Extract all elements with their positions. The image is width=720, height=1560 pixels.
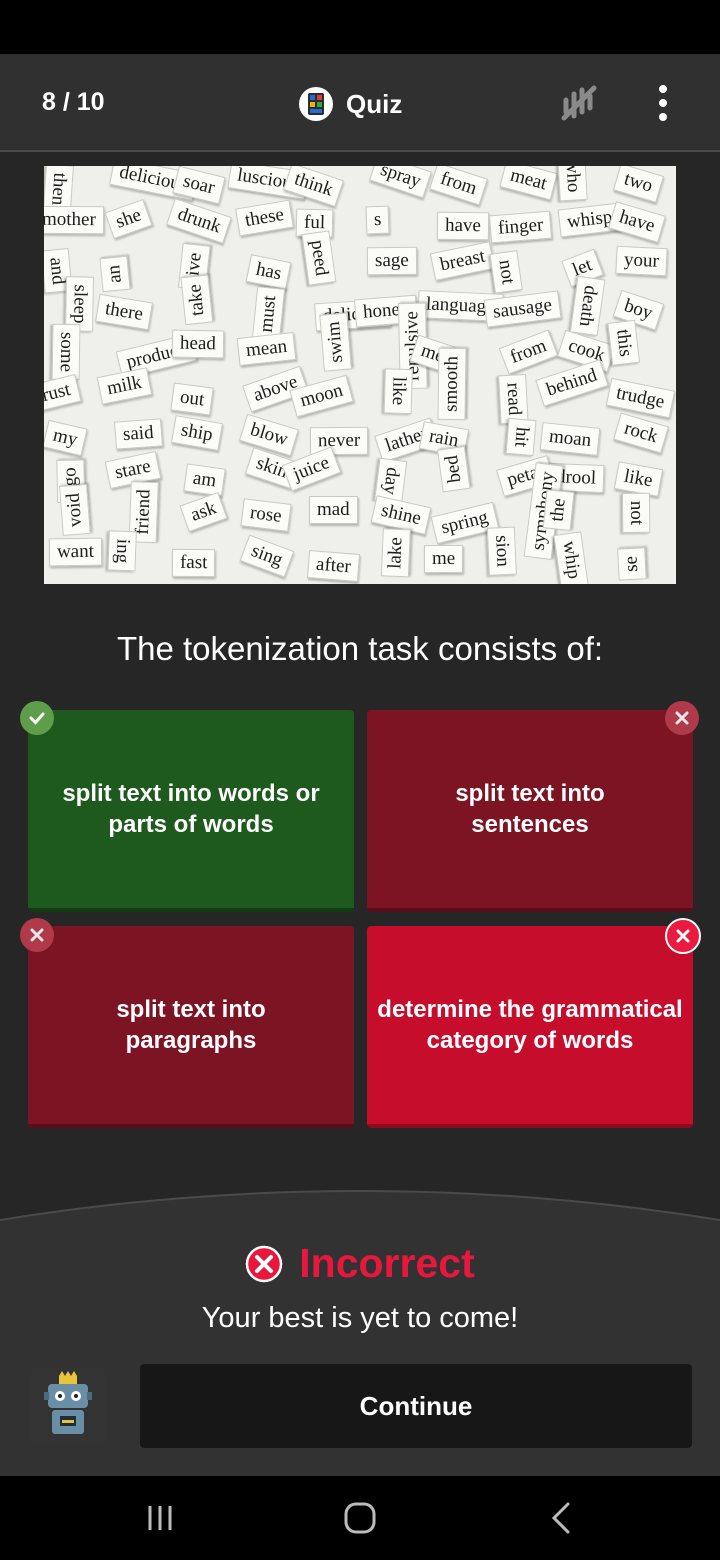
word-tile: there — [94, 293, 153, 330]
word-tile: smooth — [437, 348, 467, 421]
word-tile: your — [615, 245, 668, 276]
word-tile: milk — [96, 367, 153, 405]
word-tile: head — [171, 329, 224, 359]
word-tile: sage — [366, 247, 417, 276]
sound-off-icon[interactable] — [558, 82, 600, 124]
answer-option-3[interactable]: split text into paragraphs — [28, 926, 354, 1128]
word-tile: drunk — [166, 198, 233, 245]
close-icon — [665, 918, 701, 954]
word-tile: like — [613, 461, 663, 497]
word-tile: s — [365, 205, 391, 234]
word-tile: rock — [613, 412, 669, 454]
word-tile: read — [497, 373, 529, 424]
robot-mascot-icon — [30, 1368, 106, 1444]
word-tile: said — [114, 418, 163, 450]
word-tile: from — [428, 166, 488, 206]
word-tile: sing — [239, 534, 294, 578]
quiz-header: 8 / 10 Quiz — [0, 54, 720, 152]
word-tile: my — [44, 420, 89, 457]
word-tile: ship — [171, 414, 224, 451]
home-icon[interactable] — [338, 1496, 382, 1540]
word-tile: have — [607, 201, 666, 243]
check-icon — [20, 701, 54, 735]
continue-button[interactable]: Continue — [140, 1364, 692, 1448]
result-row: Incorrect — [0, 1240, 720, 1287]
word-tile: moan — [539, 422, 601, 457]
word-tile: blow — [238, 413, 299, 457]
word-tile: swim — [319, 311, 353, 372]
word-tile: this — [607, 320, 641, 367]
more-vertical-icon[interactable] — [648, 82, 678, 124]
word-tile: not — [489, 250, 523, 294]
status-bar — [0, 0, 720, 54]
recent-apps-icon[interactable] — [138, 1496, 182, 1540]
word-tile: trudge — [605, 377, 675, 418]
word-tile: ing — [107, 530, 137, 572]
word-tile: has — [245, 253, 293, 290]
word-tile: whip — [552, 531, 589, 584]
word-tile: behind — [535, 359, 609, 407]
word-tile: want — [48, 538, 102, 567]
word-tile: death — [570, 275, 606, 337]
word-tile: like — [383, 368, 413, 414]
word-tile: have — [436, 211, 490, 241]
word-tile: the — [542, 488, 575, 531]
word-tile: sion — [486, 526, 517, 576]
word-tile: after — [306, 549, 360, 582]
word-tile: ask — [179, 492, 228, 533]
word-tile: out — [170, 382, 215, 416]
word-tile: mother — [44, 205, 104, 235]
word-tile: from — [498, 329, 558, 375]
answer-option-3-label: split text into paragraphs — [116, 996, 266, 1054]
word-tile: se — [617, 547, 647, 581]
word-tile: me — [424, 544, 464, 573]
answer-option-1-label: split text into words or parts of words — [62, 780, 320, 838]
word-tile: two — [612, 166, 664, 203]
word-tile: rose — [240, 498, 292, 532]
word-tile: breast — [429, 241, 496, 282]
answer-option-4-label: determine the grammatical category of wo… — [377, 996, 683, 1054]
word-tile: mean — [237, 332, 297, 367]
close-icon — [665, 701, 699, 735]
word-tile: these — [235, 200, 295, 237]
system-nav-bar — [0, 1476, 720, 1560]
word-tile: she — [104, 198, 153, 239]
word-tile: not — [621, 492, 651, 534]
word-tile: spray — [369, 166, 433, 199]
word-tile: an — [98, 255, 131, 292]
quiz-title: Quiz — [298, 84, 402, 124]
word-tile: mad — [308, 496, 358, 525]
answer-option-2[interactable]: split text into sentences — [367, 710, 693, 912]
word-tile: rust — [44, 373, 82, 412]
word-tile: take — [180, 274, 214, 326]
word-tile: bed — [437, 445, 471, 493]
answer-option-2-label: split text into sentences — [455, 780, 605, 838]
result-text: Incorrect — [299, 1240, 475, 1286]
word-tile: meat — [498, 166, 558, 201]
quiz-title-text: Quiz — [346, 88, 403, 119]
back-icon[interactable] — [540, 1496, 584, 1540]
word-tile: some — [51, 323, 81, 380]
word-tile: who — [556, 166, 588, 202]
word-tile: finger — [488, 210, 552, 244]
encouragement-text: Your best is yet to come! — [201, 1302, 519, 1334]
incorrect-icon — [246, 1245, 283, 1282]
question-progress: 8 / 10 — [42, 88, 105, 116]
word-tile: fast — [172, 548, 216, 578]
word-tile: hit — [505, 418, 537, 457]
feedback-panel: Incorrect Your best is yet to come! Cont… — [0, 1190, 720, 1476]
word-tile: am — [183, 463, 227, 497]
answer-option-4[interactable]: determine the grammatical category of wo… — [367, 926, 693, 1128]
quiz-logo-icon — [299, 87, 333, 121]
question-text: The tokenization task consists of: — [116, 630, 604, 667]
close-icon — [20, 918, 54, 952]
word-tile: peed — [301, 230, 337, 286]
word-tile: void — [58, 484, 91, 536]
answer-option-1[interactable]: split text into words or parts of words — [28, 710, 354, 912]
word-magnets-image: then delicious soar luscious think spray from m… — [44, 166, 676, 584]
word-tile: lake — [380, 528, 411, 578]
word-tile: think — [283, 166, 345, 207]
